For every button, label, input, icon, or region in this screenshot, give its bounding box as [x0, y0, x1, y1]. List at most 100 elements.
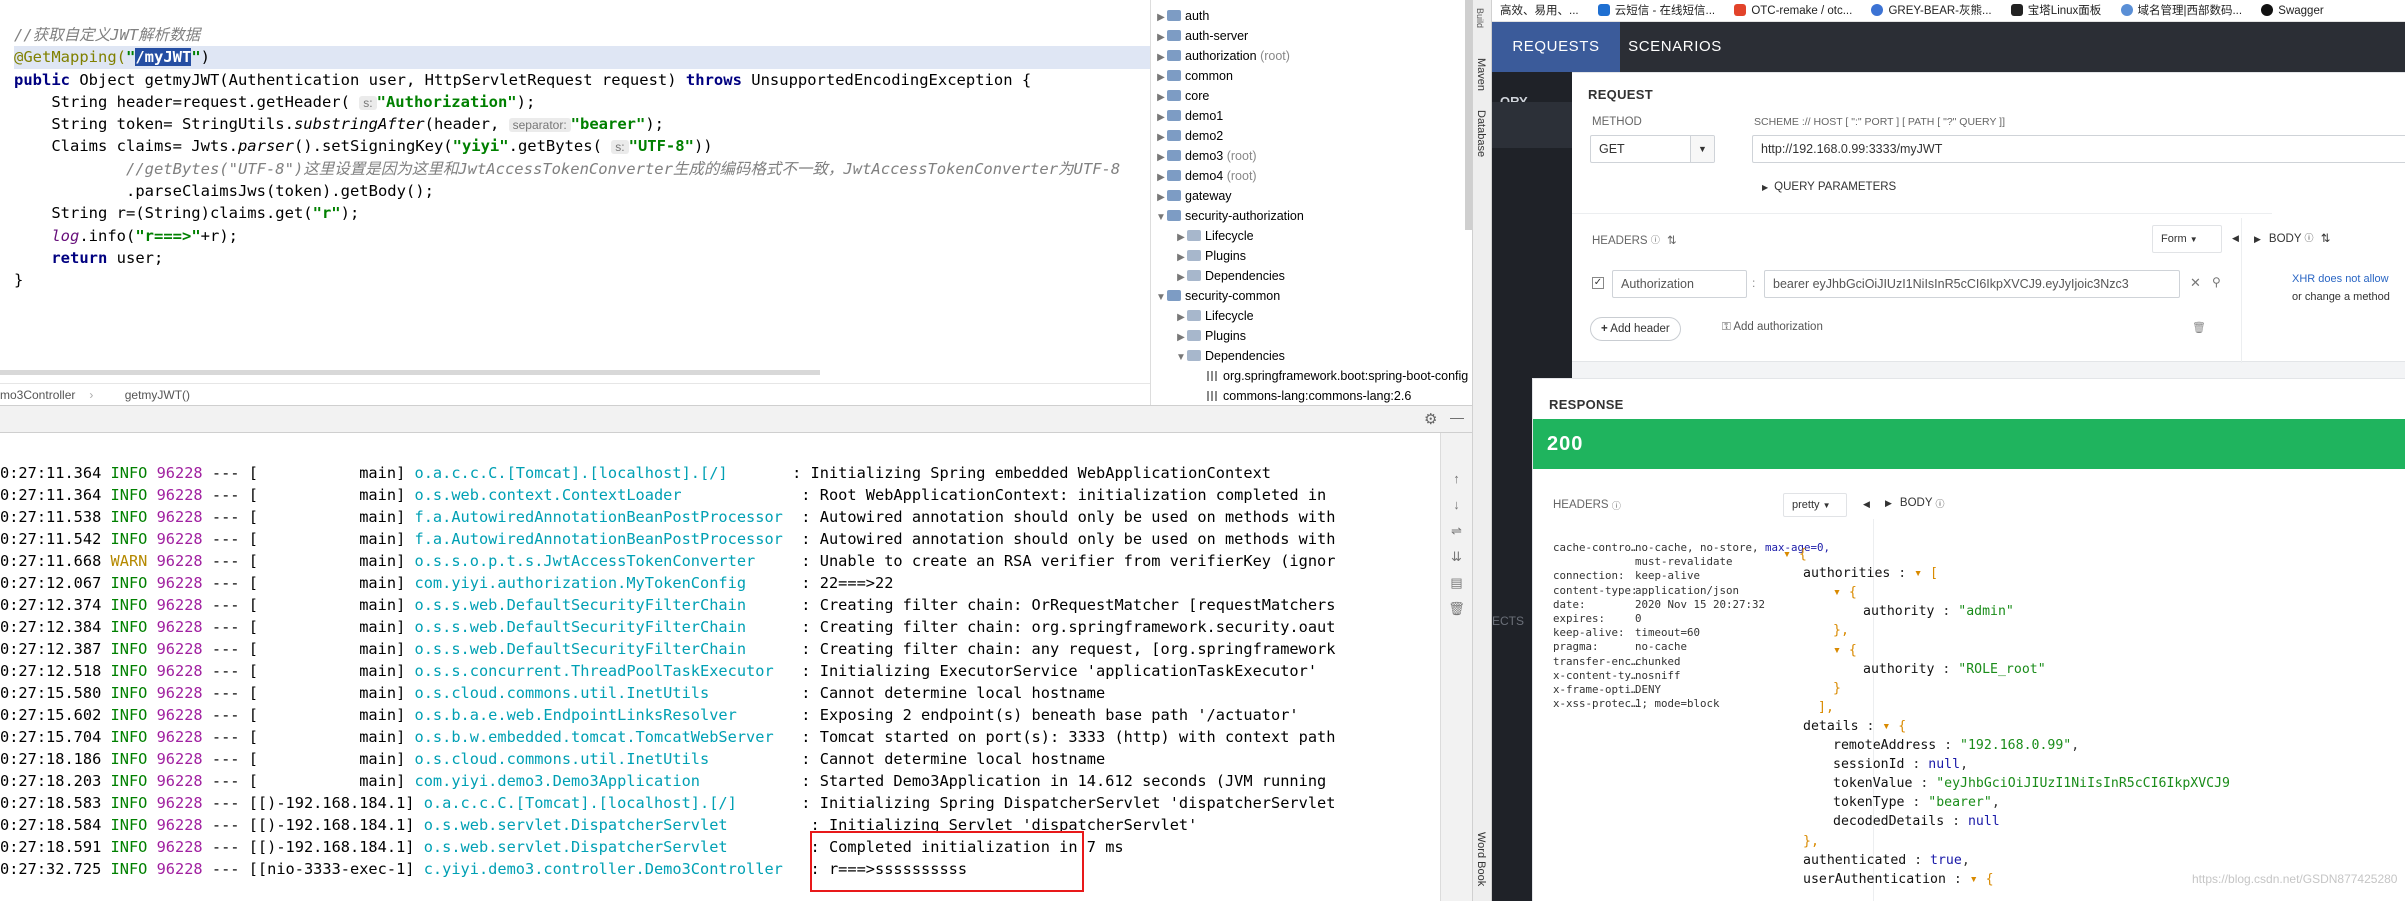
maven-tab[interactable]: Maven — [1475, 58, 1487, 91]
log-time: 0:27:11.542 — [0, 530, 102, 548]
method-select[interactable]: GET ▼ — [1590, 135, 1715, 163]
soft-wrap-icon[interactable]: ⇌ — [1447, 521, 1467, 541]
bookmark[interactable]: Swagger — [2261, 4, 2324, 17]
add-authorization-button[interactable]: ⚿ Add authorization — [1722, 321, 1823, 334]
tree-item[interactable]: ▶ demo4 (root) — [1151, 166, 1472, 186]
json-line: } — [1833, 680, 1841, 696]
close-icon[interactable]: ✕ — [2190, 275, 2201, 291]
tree-item[interactable]: ▶ gateway — [1151, 186, 1472, 206]
breadcrumb-class[interactable]: mo3Controller — [0, 388, 75, 402]
tree-item[interactable]: ▶ core — [1151, 86, 1472, 106]
chevron-down-icon[interactable]: ▼ — [1155, 288, 1167, 308]
tree-item[interactable]: ▼ Dependencies — [1151, 346, 1472, 366]
log-message: Initializing ExecutorService 'applicatio… — [819, 662, 1318, 680]
chevron-down-icon[interactable]: ▼ — [1175, 348, 1187, 368]
tree-item[interactable]: ▶ Lifecycle — [1151, 226, 1472, 246]
bookmark[interactable]: 宝塔Linux面板 — [2010, 4, 2101, 17]
tab-requests[interactable]: REQUESTS — [1492, 22, 1620, 72]
build-tab[interactable]: Build — [1475, 8, 1485, 28]
bookmark[interactable]: 云短信 - 在线短信... — [1597, 4, 1715, 17]
word-book-tab[interactable]: Word Book — [1475, 832, 1487, 886]
tree-item[interactable]: ▶ Plugins — [1151, 326, 1472, 346]
bookmark[interactable]: GREY-BEAR-灰熊... — [1871, 4, 1992, 17]
query-params-toggle[interactable]: ▶ QUERY PARAMETERS — [1762, 181, 1896, 193]
chevron-down-icon[interactable]: ▼ — [1155, 208, 1167, 228]
response-header-value: application/json — [1635, 583, 1740, 597]
collapse-left-icon[interactable]: ◀ — [1863, 499, 1870, 510]
header-name-input[interactable]: Authorization — [1612, 270, 1747, 298]
tree-item[interactable]: ▶ Dependencies — [1151, 266, 1472, 286]
tree-item[interactable]: ▶ authorization (root) — [1151, 46, 1472, 66]
tab-scenarios[interactable]: SCENARIOS — [1624, 22, 1726, 72]
tree-item[interactable]: ▶ Plugins — [1151, 246, 1472, 266]
gear-icon[interactable]: ⚙ — [1424, 410, 1437, 428]
chevron-right-icon[interactable]: ▶ — [1885, 498, 1892, 508]
chevron-right-icon[interactable]: ▶ — [1155, 88, 1167, 108]
chevron-right-icon[interactable]: ▶ — [1175, 308, 1187, 328]
tree-item[interactable]: ▶ demo3 (root) — [1151, 146, 1472, 166]
chevron-right-icon[interactable]: ▶ — [1175, 328, 1187, 348]
url-input[interactable]: http://192.168.0.99:3333/myJWT — [1752, 135, 2405, 163]
arrow-down-icon[interactable]: ↓ — [1447, 495, 1467, 515]
chevron-right-icon[interactable]: ▶ — [1155, 148, 1167, 168]
tree-item[interactable]: commons-lang:commons-lang:2.6 — [1151, 386, 1472, 405]
tree-item[interactable]: ▶ auth-server — [1151, 26, 1472, 46]
bookmark[interactable]: 域名管理|西部数码... — [2120, 4, 2242, 17]
collapse-left-icon[interactable]: ◀ — [2232, 233, 2239, 244]
tree-item[interactable]: ▶ Lifecycle — [1151, 306, 1472, 326]
tree-item[interactable]: ▼ security-common — [1151, 286, 1472, 306]
response-title: RESPONSE — [1549, 397, 1624, 412]
console-toolbar: ⚙ — — [0, 405, 1472, 433]
module-icon — [1167, 190, 1181, 201]
chevron-right-icon[interactable]: ▶ — [1155, 28, 1167, 48]
code-editor[interactable]: //获取自定义JWT解析数据 @GetMapping("/myJWT") pub… — [0, 0, 1150, 375]
module-icon — [1167, 150, 1181, 161]
chevron-right-icon[interactable]: ▶ — [1155, 168, 1167, 188]
bookmark[interactable]: 高效、易用、... — [1500, 5, 1579, 17]
log-logger: o.s.b.a.e.web.EndpointLinksResolver — [414, 706, 793, 724]
log-message: Creating filter chain: any request, [org… — [819, 640, 1336, 658]
tree-item[interactable]: org.springframework.boot:spring-boot-con… — [1151, 366, 1472, 386]
chevron-right-icon[interactable]: ▶ — [1175, 228, 1187, 248]
chevron-right-icon[interactable]: ▶ — [1155, 128, 1167, 148]
chevron-right-icon[interactable]: ▶ — [1155, 108, 1167, 128]
trash-icon[interactable]: 🗑 — [2192, 321, 2206, 334]
chevron-right-icon[interactable]: ▶ — [1155, 8, 1167, 28]
arrow-up-icon[interactable]: ↑ — [1447, 469, 1467, 489]
chevron-right-icon[interactable]: ▶ — [2254, 234, 2261, 244]
trash-icon[interactable]: 🗑 — [1447, 599, 1467, 619]
tree-item[interactable]: ▼ security-authorization — [1151, 206, 1472, 226]
header-enabled-checkbox[interactable]: ✓ — [1592, 277, 1604, 289]
tree-item[interactable]: ▶ common — [1151, 66, 1472, 86]
bookmark[interactable]: OTC-remake / otc... — [1734, 4, 1852, 17]
vertical-scrollbar[interactable] — [1465, 0, 1472, 230]
log-pid: 96228 — [156, 772, 203, 790]
module-icon — [1167, 70, 1181, 81]
search-icon[interactable]: ⚲ — [2212, 275, 2221, 289]
chevron-right-icon[interactable]: ▶ — [1155, 188, 1167, 208]
scroll-to-end-icon[interactable]: ⇊ — [1447, 547, 1467, 567]
tree-item[interactable]: ▶ demo2 — [1151, 126, 1472, 146]
database-tab[interactable]: Database — [1475, 110, 1487, 157]
chevron-right-icon[interactable]: ▶ — [1155, 48, 1167, 68]
pretty-select[interactable]: pretty ▼ — [1783, 493, 1847, 517]
minimize-icon[interactable]: — — [1450, 409, 1464, 425]
log-thread: main — [257, 750, 397, 768]
chevron-right-icon[interactable]: ▶ — [1175, 268, 1187, 288]
print-icon[interactable]: ▤ — [1447, 573, 1467, 593]
projects-label[interactable]: ECTS — [1492, 614, 1524, 628]
json-line: sessionId : null, — [1833, 757, 1969, 773]
tree-item[interactable]: ▶ auth — [1151, 6, 1472, 26]
horizontal-scrollbar[interactable] — [0, 370, 820, 375]
add-header-button[interactable]: + Add header — [1590, 317, 1681, 341]
chevron-right-icon[interactable]: ▶ — [1155, 68, 1167, 88]
log-pid: 96228 — [156, 860, 203, 878]
breadcrumb-method[interactable]: getmyJWT() — [125, 388, 190, 402]
folder-icon — [1187, 350, 1201, 361]
chevron-right-icon[interactable]: ▶ — [1175, 248, 1187, 268]
header-value-input[interactable]: bearer eyJhbGciOiJIUzI1NiIsInR5cCI6IkpXV… — [1764, 270, 2180, 298]
tree-item[interactable]: ▶ demo1 — [1151, 106, 1472, 126]
sort-icon[interactable]: ⇅ — [1667, 235, 1677, 247]
console-output[interactable]: 0:27:11.364 INFO 96228 --- [ main] o.a.c… — [0, 433, 1440, 901]
form-select[interactable]: Form ▼ — [2152, 225, 2222, 253]
